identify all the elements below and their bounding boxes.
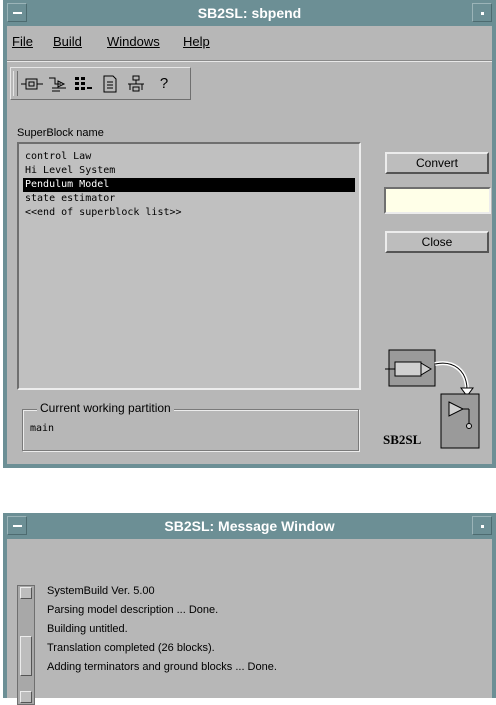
dot-icon — [481, 12, 484, 15]
superblock-list-item[interactable]: Pendulum Model — [23, 178, 355, 192]
message-window-menu-button[interactable] — [7, 516, 27, 535]
superblock-listbox[interactable]: control Law Hi Level System Pendulum Model… — [17, 142, 361, 390]
superblock-name-label: SuperBlock name — [17, 127, 104, 139]
menu-separator — [7, 60, 492, 62]
partition-frame: Current working partition main — [22, 401, 359, 451]
superblock-list-item[interactable]: control Law — [23, 150, 355, 164]
scroll-up-arrow-icon[interactable] — [20, 587, 32, 599]
message-area: SystemBuild Ver. 5.00 Parsing model descr… — [17, 545, 492, 705]
superblock-list-item[interactable]: state estimator — [23, 192, 355, 206]
main-window: SB2SL: sbpend File Build Windows Help ? … — [3, 0, 496, 468]
window-maximize-button[interactable] — [472, 3, 492, 22]
superblock-list: control Law Hi Level System Pendulum Model… — [23, 150, 355, 220]
message-line: Adding terminators and ground blocks ...… — [47, 661, 277, 673]
toolbar: ? — [10, 67, 191, 100]
main-titlebar[interactable]: SB2SL: sbpend — [7, 0, 492, 26]
scroll-thumb[interactable] — [20, 636, 32, 676]
superblock-list-item[interactable]: Hi Level System — [23, 164, 355, 178]
message-line: Translation completed (26 blocks). — [47, 642, 215, 654]
hierarchy-icon[interactable] — [124, 74, 148, 94]
menu-help[interactable]: Help — [183, 34, 210, 49]
convert-button[interactable]: Convert — [385, 152, 489, 174]
target-name-input[interactable] — [384, 187, 491, 214]
message-window-title: SB2SL: Message Window — [164, 518, 335, 534]
help-icon[interactable]: ? — [152, 74, 176, 94]
menu-file[interactable]: File — [12, 34, 33, 49]
dot-icon — [481, 525, 484, 528]
scroll-down-arrow-icon[interactable] — [20, 691, 32, 703]
partition-value: main — [30, 423, 55, 434]
message-scrollbar[interactable] — [17, 585, 35, 705]
window-title: SB2SL: sbpend — [197, 5, 302, 21]
document-icon[interactable] — [98, 74, 122, 94]
build-icon[interactable] — [46, 74, 70, 94]
menubar: File Build Windows Help — [7, 26, 492, 58]
close-button[interactable]: Close — [385, 231, 489, 253]
menu-build[interactable]: Build — [53, 34, 82, 49]
window-menu-button[interactable] — [7, 3, 27, 22]
minus-icon — [13, 525, 22, 527]
message-window: SB2SL: Message Window SystemBuild Ver. 5… — [3, 513, 496, 705]
menu-windows[interactable]: Windows — [107, 34, 160, 49]
superblock-list-item[interactable]: <<end of superblock list>> — [23, 206, 355, 220]
minus-icon — [13, 12, 22, 14]
message-line: Parsing model description ... Done. — [47, 604, 219, 616]
message-window-maximize-button[interactable] — [472, 516, 492, 535]
logo-text: SB2SL — [383, 432, 422, 447]
partition-title: Current working partition — [37, 401, 174, 415]
toolbar-grip[interactable] — [13, 71, 18, 96]
message-line: Building untitled. — [47, 623, 128, 635]
sb2sl-logo: SB2SL — [383, 346, 483, 456]
convert-icon[interactable] — [20, 74, 44, 94]
message-line: SystemBuild Ver. 5.00 — [47, 585, 155, 597]
message-titlebar[interactable]: SB2SL: Message Window — [7, 513, 492, 539]
catalog-icon[interactable] — [72, 74, 96, 94]
